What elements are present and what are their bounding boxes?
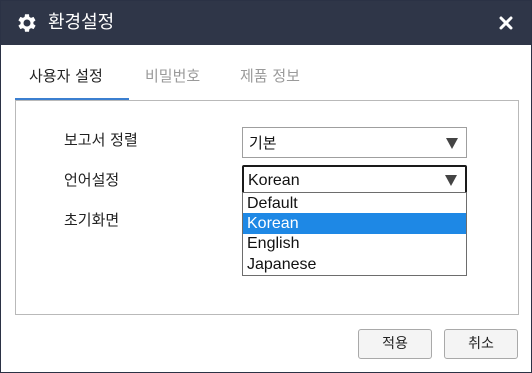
tab-bar: 사용자 설정 비밀번호 제품 정보 xyxy=(15,58,519,101)
title-bar: 환경설정 xyxy=(1,1,531,45)
cancel-button[interactable]: 취소 xyxy=(444,329,518,359)
tab-product-info[interactable]: 제품 정보 xyxy=(240,65,300,87)
language-value: Korean xyxy=(248,172,300,189)
language-option-japanese[interactable]: Japanese xyxy=(243,254,466,275)
language-dropdown-list: Default Korean English Japanese xyxy=(242,192,467,276)
chevron-down-icon xyxy=(445,175,457,186)
gear-icon xyxy=(15,11,39,35)
settings-dialog: 환경설정 사용자 설정 비밀번호 제품 정보 보고서 정렬 기본 언어설정 Ko… xyxy=(0,0,532,373)
report-sort-select[interactable]: 기본 xyxy=(242,127,467,158)
tab-password[interactable]: 비밀번호 xyxy=(145,65,200,87)
dialog-title: 환경설정 xyxy=(48,12,115,33)
chevron-down-icon xyxy=(446,138,458,149)
close-icon[interactable] xyxy=(497,14,515,32)
home-screen-label: 초기화면 xyxy=(64,211,120,229)
report-sort-label: 보고서 정렬 xyxy=(64,131,138,149)
language-option-english[interactable]: English xyxy=(243,233,466,254)
language-option-korean[interactable]: Korean xyxy=(243,213,466,234)
apply-button[interactable]: 적용 xyxy=(358,329,432,359)
language-label: 언어설정 xyxy=(64,171,120,189)
report-sort-value: 기본 xyxy=(249,134,277,152)
tab-user-settings[interactable]: 사용자 설정 xyxy=(29,65,103,87)
language-option-default[interactable]: Default xyxy=(243,193,466,214)
